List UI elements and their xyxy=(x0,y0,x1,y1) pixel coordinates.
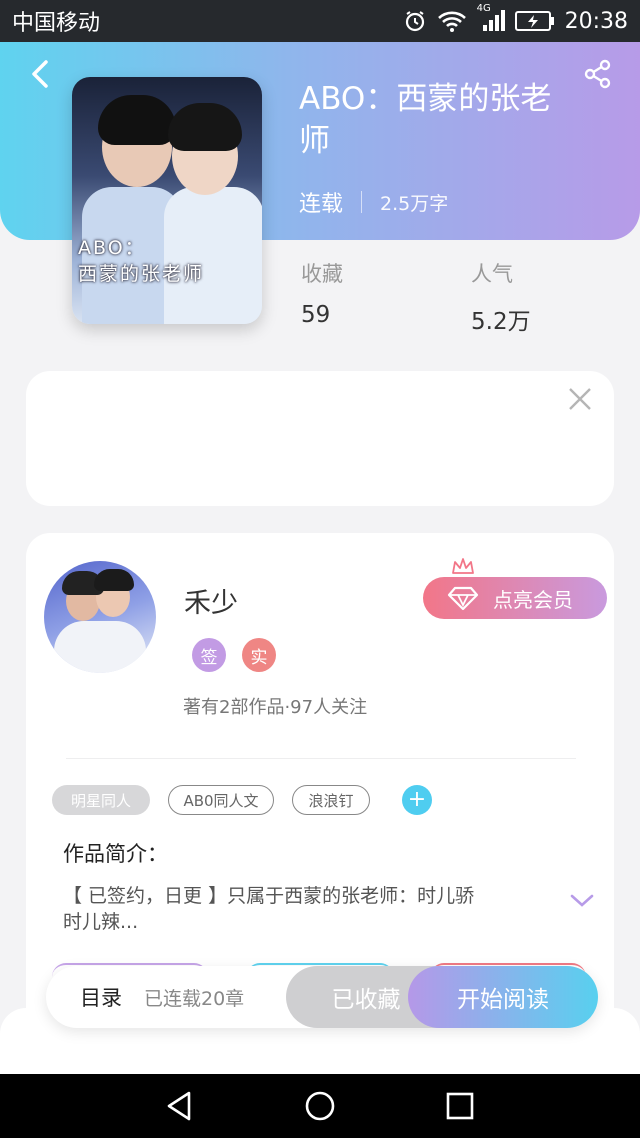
author-name[interactable]: 禾少 xyxy=(184,581,238,620)
tag-chip[interactable]: 浪浪钉 xyxy=(292,785,370,815)
close-icon xyxy=(569,388,591,410)
divider xyxy=(66,758,576,759)
avatar-figure xyxy=(54,621,146,673)
book-cover[interactable]: ABO： 西蒙的张老师 xyxy=(72,77,262,324)
carrier-name: 中国移动 xyxy=(12,11,101,36)
cover-text-line: ABO： xyxy=(78,237,146,259)
serial-status: 连载 xyxy=(299,192,344,217)
action-bar: 目录 已连载20章 已收藏 开始阅读 xyxy=(46,966,598,1028)
favorites-value: 59 xyxy=(301,302,331,328)
popularity-stat: 人气 5.2万 xyxy=(471,258,531,336)
network-type: 4G xyxy=(476,3,491,14)
start-reading-button[interactable]: 开始阅读 xyxy=(408,966,598,1028)
cover-figure xyxy=(98,95,176,145)
triangle-back-icon xyxy=(167,1091,191,1121)
wifi-icon xyxy=(437,9,467,33)
status-bar: 中国移动 4G 20:38 xyxy=(0,0,640,42)
close-button[interactable] xyxy=(564,383,596,415)
cover-text-line: 西蒙的张老师 xyxy=(78,263,205,285)
word-count: 2.5万字 xyxy=(380,192,449,215)
book-meta: 连载 2.5万字 xyxy=(299,186,448,218)
share-button[interactable] xyxy=(576,54,620,94)
signed-badge: 签 xyxy=(192,638,226,672)
nav-home-button[interactable] xyxy=(300,1086,340,1126)
intro-text: 【 已签约，日更 】只属于西蒙的张老师：时儿骄时儿辣... xyxy=(63,885,475,933)
add-tag-button[interactable]: + xyxy=(402,785,432,815)
battery-charging-icon xyxy=(514,10,555,32)
alarm-icon xyxy=(403,9,427,33)
meta-divider xyxy=(361,191,363,213)
avatar[interactable] xyxy=(44,561,156,673)
back-button[interactable] xyxy=(20,54,60,94)
toc-button[interactable]: 目录 已连载20章 xyxy=(80,966,244,1028)
toc-label: 目录 xyxy=(80,986,122,1010)
circle-home-icon xyxy=(305,1091,335,1121)
tag-chip[interactable]: AB0同人文 xyxy=(168,785,274,815)
diamond-icon xyxy=(447,586,479,611)
chapter-count: 已连载20章 xyxy=(144,987,245,1010)
book-title: ABO：西蒙的张老师 xyxy=(299,81,552,159)
square-recents-icon xyxy=(446,1092,474,1120)
vip-button[interactable]: 点亮会员 xyxy=(423,577,607,619)
signal-icon: 4G xyxy=(477,3,505,33)
share-icon xyxy=(584,59,611,89)
author-summary: 著有2部作品·97人关注 xyxy=(183,697,368,718)
expand-button[interactable] xyxy=(568,891,596,911)
nav-back-button[interactable] xyxy=(160,1086,200,1126)
popularity-value: 5.2万 xyxy=(471,309,531,335)
clock: 20:38 xyxy=(564,8,628,34)
cover-figure xyxy=(168,103,242,151)
favorites-stat: 收藏 59 xyxy=(301,258,343,328)
tag-list: 明星同人 AB0同人文 浪浪钉 + xyxy=(52,785,432,815)
crown-icon xyxy=(452,558,474,574)
popularity-label: 人气 xyxy=(471,262,513,286)
nav-recents-button[interactable] xyxy=(440,1086,480,1126)
avatar-figure xyxy=(94,569,134,591)
system-nav-bar xyxy=(0,1074,640,1138)
ad-card xyxy=(26,371,614,506)
intro-title: 作品简介： xyxy=(63,842,168,866)
chevron-down-icon xyxy=(570,894,594,907)
tag-chip[interactable]: 明星同人 xyxy=(52,785,150,815)
verified-badge: 实 xyxy=(242,638,276,672)
vip-button-label: 点亮会员 xyxy=(493,587,573,612)
favorites-label: 收藏 xyxy=(301,262,343,286)
chevron-left-icon xyxy=(32,60,48,88)
cover-title-text: ABO： 西蒙的张老师 xyxy=(78,235,258,287)
